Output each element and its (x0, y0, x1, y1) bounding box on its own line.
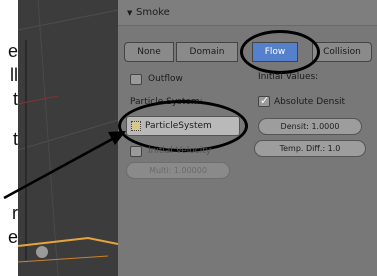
document-text-column: e ll t t r e (0, 0, 18, 276)
particle-system-field[interactable]: ParticleSystem (126, 116, 240, 136)
initial-velocity-label: Initial Velocity (148, 146, 212, 156)
doc-text-line: e (7, 227, 18, 247)
doc-text-line: e (7, 41, 18, 61)
particle-system-label: Particle System: (130, 97, 203, 107)
absolute-density-checkbox[interactable] (258, 94, 270, 107)
initial-velocity-checkbox[interactable] (130, 146, 142, 157)
type-collision-button[interactable]: Collision (312, 42, 372, 62)
smoke-panel-header[interactable]: ▼ Smoke (118, 0, 377, 26)
properties-panel: ▼ Smoke None Domain Flow Collision Outfl… (118, 0, 377, 276)
initial-values-label: Initial Values: (258, 72, 319, 82)
smoke-type-selector: None Domain Flow Collision (124, 42, 372, 64)
outflow-checkbox[interactable] (130, 74, 142, 85)
density-field[interactable]: Densit: 1.0000 (258, 118, 362, 135)
particle-system-icon (131, 121, 141, 131)
type-domain-button[interactable]: Domain (176, 42, 238, 62)
temp-diff-field[interactable]: Temp. Diff.: 1.0 (254, 140, 366, 157)
object-origin-marker (36, 246, 48, 258)
collapse-arrow-icon[interactable]: ▼ (127, 9, 132, 17)
outflow-label: Outflow (148, 74, 183, 84)
viewport-grid (18, 0, 118, 276)
absolute-density-label: Absolute Densit (274, 97, 346, 107)
3d-viewport[interactable] (18, 0, 118, 276)
type-flow-button[interactable]: Flow (252, 42, 298, 62)
particle-system-value: ParticleSystem (145, 121, 212, 131)
velocity-multiplier-field[interactable]: Multi: 1.00000 (126, 162, 230, 179)
type-none-button[interactable]: None (124, 42, 174, 62)
panel-title: Smoke (136, 7, 170, 18)
doc-text-line: ll (10, 65, 18, 85)
